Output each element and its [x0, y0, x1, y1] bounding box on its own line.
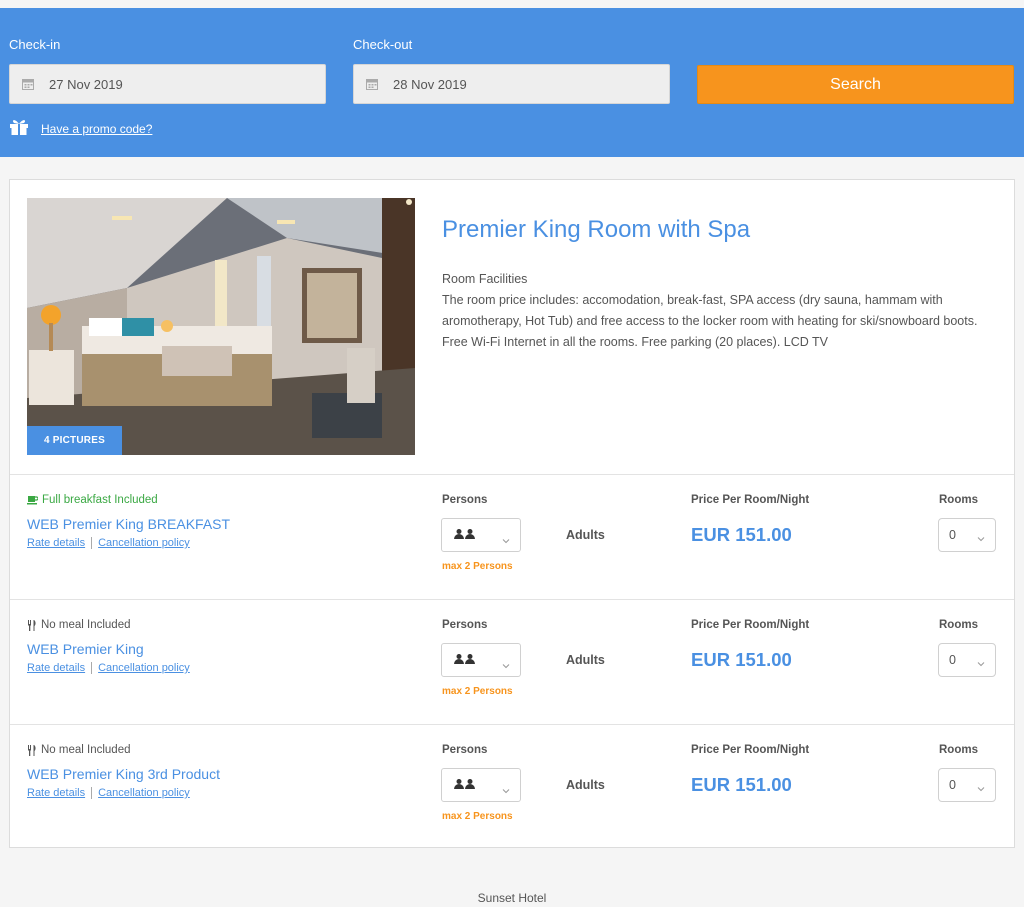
meal-info: No meal Included [27, 619, 131, 631]
persons-label: Persons [442, 619, 488, 631]
rate-name[interactable]: WEB Premier King BREAKFAST [27, 516, 230, 532]
meal-label: No meal Included [41, 619, 131, 631]
meal-label: No meal Included [41, 744, 131, 756]
rooms-select[interactable]: 0 [938, 518, 996, 552]
rate-row: No meal Included WEB Premier King 3rd Pr… [10, 724, 1014, 849]
search-button[interactable]: Search [697, 65, 1014, 104]
rate-details-link[interactable]: Rate details [27, 537, 85, 549]
adults-label: Adults [566, 653, 605, 667]
room-card: 4 PICTURES Premier King Room with Spa Ro… [9, 179, 1015, 848]
price-value: EUR 151.00 [691, 649, 792, 670]
checkout-field[interactable]: 28 Nov 2019 [353, 64, 670, 104]
rate-links: Rate details Cancellation policy [27, 787, 190, 799]
rooms-value: 0 [949, 778, 956, 792]
price-value: EUR 151.00 [691, 774, 792, 795]
persons-select[interactable] [441, 768, 521, 802]
divider [91, 787, 93, 799]
rooms-label: Rooms [939, 494, 978, 506]
facilities-text: The room price includes: accomodation, b… [442, 293, 978, 349]
rate-links: Rate details Cancellation policy [27, 662, 190, 674]
rate-details-link[interactable]: Rate details [27, 787, 85, 799]
room-image [27, 198, 415, 455]
checkin-value: 27 Nov 2019 [49, 76, 123, 92]
promo-code-row: Have a promo code? [9, 118, 152, 139]
pictures-badge[interactable]: 4 PICTURES [27, 426, 122, 455]
chevron-down-icon [977, 531, 985, 545]
divider [91, 662, 93, 674]
cancellation-policy-link[interactable]: Cancellation policy [98, 662, 190, 674]
price-label: Price Per Room/Night [691, 619, 810, 631]
room-photo[interactable]: 4 PICTURES [27, 198, 415, 455]
rooms-select[interactable]: 0 [938, 643, 996, 677]
price-label: Price Per Room/Night [691, 744, 810, 756]
people-icon [454, 526, 476, 544]
calendar-icon [366, 78, 378, 90]
price-label: Price Per Room/Night [691, 494, 810, 506]
checkin-field[interactable]: 27 Nov 2019 [9, 64, 326, 104]
people-icon [454, 651, 476, 669]
checkin-label: Check-in [9, 37, 61, 52]
chevron-down-icon [502, 656, 510, 674]
rooms-value: 0 [949, 528, 956, 542]
meal-info: No meal Included [27, 744, 131, 756]
chevron-down-icon [502, 781, 510, 799]
rooms-value: 0 [949, 653, 956, 667]
rooms-label: Rooms [939, 619, 978, 631]
people-icon [454, 776, 476, 794]
meal-info: Full breakfast Included [27, 494, 158, 506]
adults-label: Adults [566, 778, 605, 792]
max-persons-note: max 2 Persons [442, 811, 513, 822]
checkout-label: Check-out [353, 37, 413, 52]
rate-details-link[interactable]: Rate details [27, 662, 85, 674]
max-persons-note: max 2 Persons [442, 561, 513, 572]
checkout-value: 28 Nov 2019 [393, 76, 467, 92]
cancellation-policy-link[interactable]: Cancellation policy [98, 537, 190, 549]
coffee-cup-icon [27, 495, 38, 505]
rate-name[interactable]: WEB Premier King 3rd Product [27, 766, 220, 782]
room-title: Premier King Room with Spa [442, 216, 751, 243]
footer-hotel-name: Sunset Hotel [477, 891, 547, 905]
persons-select[interactable] [441, 643, 521, 677]
rooms-label: Rooms [939, 744, 978, 756]
rate-row: Full breakfast Included WEB Premier King… [10, 474, 1014, 599]
rate-row: No meal Included WEB Premier King Rate d… [10, 599, 1014, 724]
rate-name[interactable]: WEB Premier King [27, 641, 144, 657]
meal-label: Full breakfast Included [42, 494, 158, 506]
price-value: EUR 151.00 [691, 524, 792, 545]
max-persons-note: max 2 Persons [442, 686, 513, 697]
calendar-icon [22, 78, 34, 90]
persons-label: Persons [442, 494, 488, 506]
chevron-down-icon [502, 531, 510, 549]
rate-links: Rate details Cancellation policy [27, 537, 190, 549]
chevron-down-icon [977, 781, 985, 795]
facilities-title: Room Facilities [442, 272, 528, 286]
cutlery-icon [27, 619, 37, 631]
cutlery-icon [27, 744, 37, 756]
chevron-down-icon [977, 656, 985, 670]
rooms-select[interactable]: 0 [938, 768, 996, 802]
persons-label: Persons [442, 744, 488, 756]
adults-label: Adults [566, 528, 605, 542]
cancellation-policy-link[interactable]: Cancellation policy [98, 787, 190, 799]
promo-code-link[interactable]: Have a promo code? [41, 122, 152, 136]
divider [91, 537, 93, 549]
gift-icon [9, 118, 29, 139]
persons-select[interactable] [441, 518, 521, 552]
